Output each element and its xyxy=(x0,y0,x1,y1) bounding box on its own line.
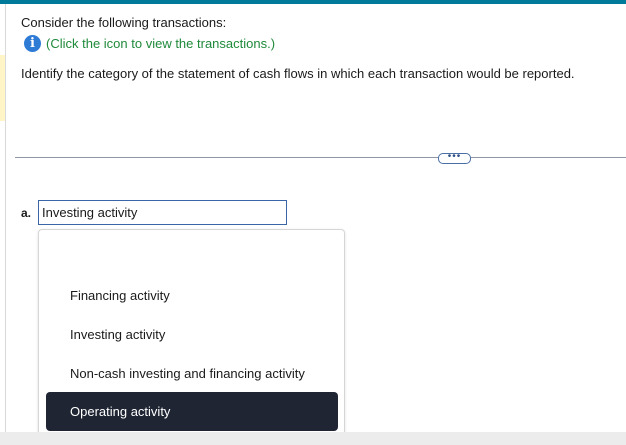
category-dropdown-menu: Financing activity Investing activity No… xyxy=(38,229,345,437)
question-intro: Consider the following transactions: xyxy=(21,15,227,30)
info-link-text[interactable]: (Click the icon to view the transactions… xyxy=(46,36,275,51)
bottom-strip xyxy=(0,432,626,445)
category-select[interactable]: Investing activity xyxy=(38,200,287,225)
page: Consider the following transactions: i (… xyxy=(0,0,626,445)
dropdown-option-operating[interactable]: Operating activity xyxy=(46,392,338,431)
question-instruction: Identify the category of the statement o… xyxy=(21,66,575,81)
dropdown-option-investing[interactable]: Investing activity xyxy=(46,315,338,354)
expand-more-button[interactable]: ••• xyxy=(438,152,471,164)
dropdown-option-noncash[interactable]: Non-cash investing and financing activit… xyxy=(46,354,338,393)
info-icon[interactable]: i xyxy=(24,35,41,52)
item-label: a. xyxy=(21,206,32,220)
section-divider xyxy=(15,157,626,158)
dropdown-option-financing[interactable]: Financing activity xyxy=(46,276,338,315)
view-transactions-link[interactable]: i (Click the icon to view the transactio… xyxy=(24,35,275,52)
top-accent-bar xyxy=(0,0,626,4)
left-highlight-marker xyxy=(0,55,5,121)
